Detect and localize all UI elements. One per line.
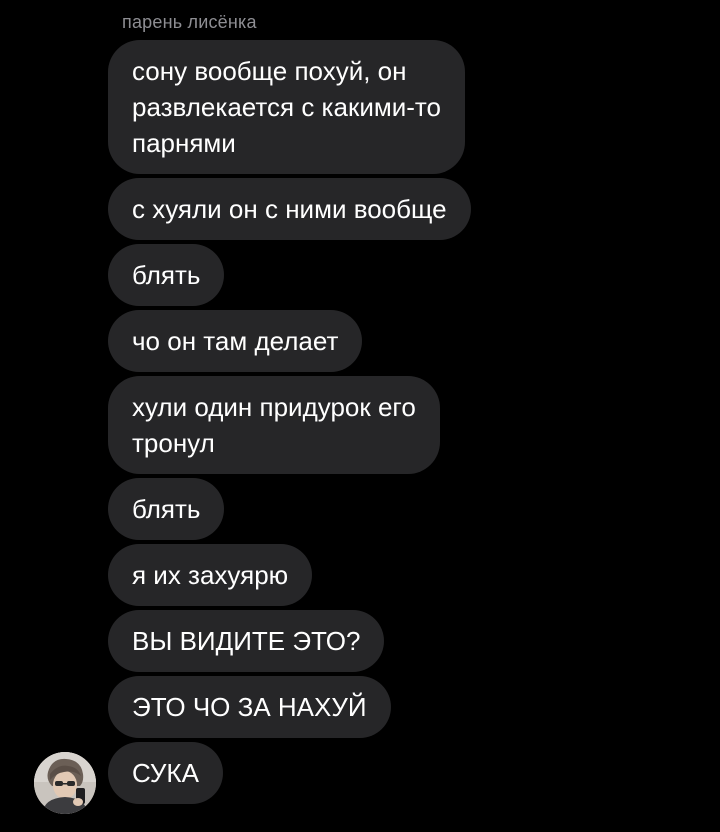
message-bubble[interactable]: ЭТО ЧО ЗА НАХУЙ: [108, 676, 391, 738]
message-bubble[interactable]: чо он там делает: [108, 310, 363, 372]
message-bubble[interactable]: блять: [108, 244, 225, 306]
sender-name: парень лисёнка: [122, 12, 257, 32]
message-bubble[interactable]: сону вообще похуй, он развлекается с как…: [108, 40, 465, 174]
message-list: сону вообще похуй, он развлекается с как…: [108, 40, 668, 808]
avatar-photo-icon: [34, 752, 96, 814]
message-bubble[interactable]: блять: [108, 478, 225, 540]
avatar[interactable]: [34, 752, 96, 814]
message-bubble[interactable]: ВЫ ВИДИТЕ ЭТО?: [108, 610, 385, 672]
message-bubble[interactable]: СУКА: [108, 742, 223, 804]
message-bubble[interactable]: я их захуярю: [108, 544, 313, 606]
message-bubble[interactable]: с хуяли он с ними вообще: [108, 178, 471, 240]
message-bubble[interactable]: хули один придурок его тронул: [108, 376, 440, 474]
